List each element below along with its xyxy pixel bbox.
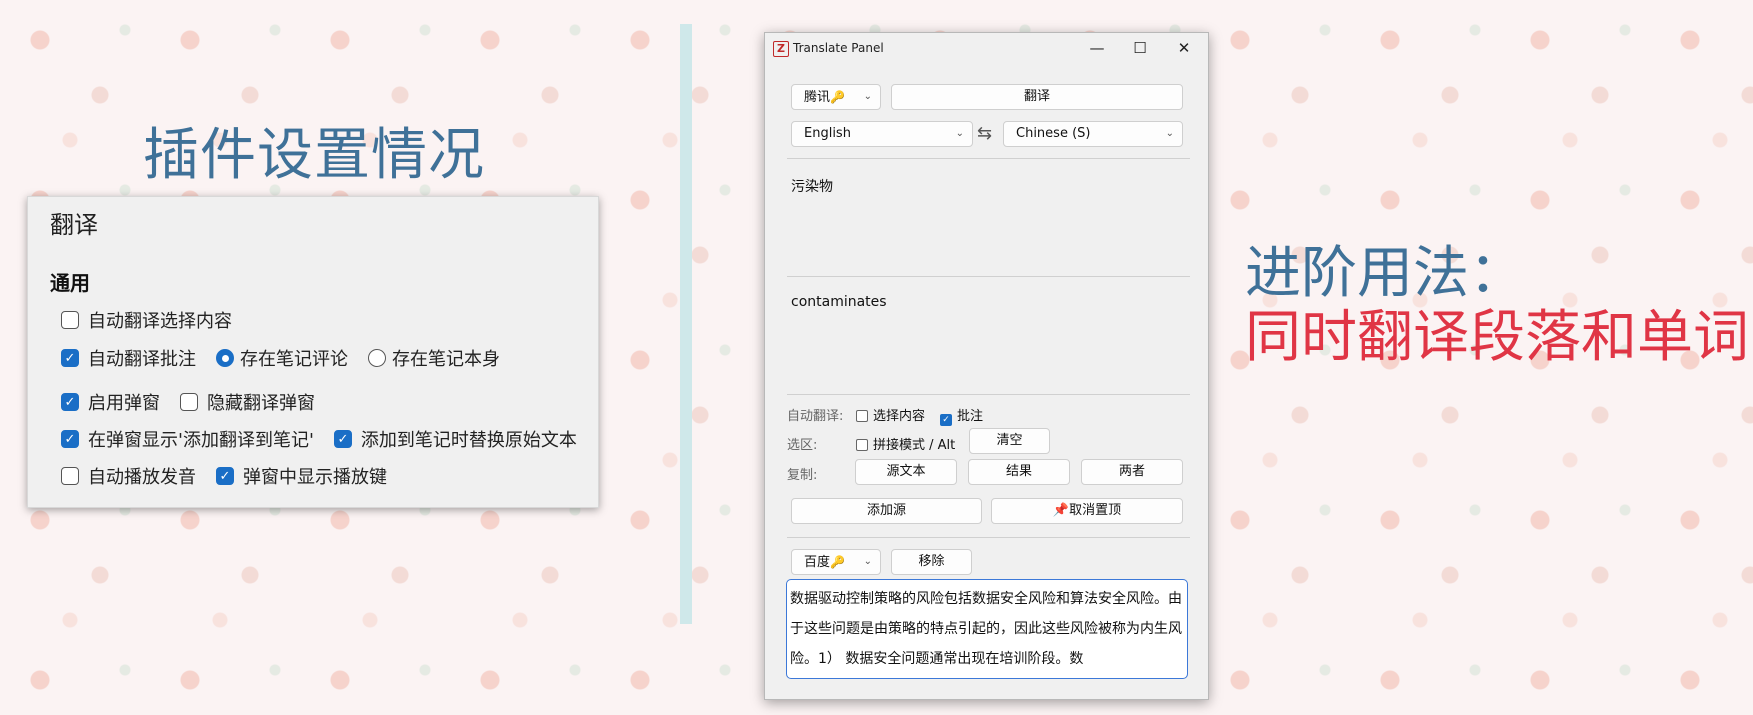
settings-title: 翻译 <box>50 211 98 239</box>
option-row-add-to-note: ✓ 在弹窗显示'添加翻译到笔记' ✓ 添加到笔记时替换原始文本 <box>61 426 577 452</box>
show-play-button-label: 弹窗中显示播放键 <box>243 467 387 488</box>
minimize-icon[interactable]: — <box>1085 38 1109 58</box>
remove-button[interactable]: 移除 <box>891 549 972 575</box>
clear-button[interactable]: 清空 <box>969 428 1050 454</box>
translate-button[interactable]: 翻译 <box>891 84 1183 110</box>
heading-plugin-settings: 插件设置情况 <box>143 123 485 188</box>
copy-label: 复制: <box>787 468 818 483</box>
target-language-value: Chinese (S) <box>1016 126 1091 141</box>
option-row-audio: 自动播放发音 ✓ 弹窗中显示播放键 <box>61 463 387 489</box>
chevron-down-icon: ⌄ <box>1165 128 1174 139</box>
auto-translate-selection-mini-label: 选择内容 <box>873 409 926 424</box>
hide-translate-popup-checkbox[interactable] <box>180 393 198 411</box>
auto-play-audio-checkbox[interactable] <box>61 467 79 485</box>
extra-result-textbox[interactable]: 数据驱动控制策略的风险包括数据安全风险和算法安全风险。由于这些问题是由策略的特点… <box>786 579 1188 679</box>
auto-translate-annotation-label: 自动翻译批注 <box>88 349 196 370</box>
show-add-to-note-checkbox[interactable]: ✓ <box>61 430 79 448</box>
target-language-select[interactable]: Chinese (S) ⌄ <box>1003 121 1183 147</box>
zotero-app-icon: Z <box>773 41 789 57</box>
show-play-button-checkbox[interactable]: ✓ <box>216 467 234 485</box>
auto-translate-annotation-mini-label: 批注 <box>957 409 984 424</box>
auto-translate-selection-mini-checkbox[interactable] <box>856 410 868 422</box>
enable-popup-label: 启用弹窗 <box>88 393 160 414</box>
save-note-comment-label: 存在笔记评论 <box>240 349 348 370</box>
settings-section-general: 通用 <box>50 271 90 295</box>
pin-icon: 📌 <box>1052 503 1070 518</box>
slide-divider <box>680 24 692 624</box>
save-note-comment-radio[interactable] <box>216 349 234 367</box>
close-icon[interactable]: ✕ <box>1172 38 1196 58</box>
engine-select-value: 腾讯 <box>804 90 831 105</box>
source-language-value: English <box>804 126 851 141</box>
key-icon: 🔑 <box>830 555 845 569</box>
swap-language-icon[interactable]: ⇆ <box>977 123 992 144</box>
window-title: Translate Panel <box>793 41 884 55</box>
show-add-to-note-label: 在弹窗显示'添加翻译到笔记' <box>88 430 314 451</box>
concat-mode-option[interactable]: 拼接模式 / Alt <box>856 434 955 453</box>
hide-translate-popup-label: 隐藏翻译弹窗 <box>207 393 315 414</box>
auto-translate-annotation-option[interactable]: ✓ 批注 <box>940 405 983 426</box>
concat-mode-checkbox[interactable] <box>856 439 868 451</box>
save-note-body-radio[interactable] <box>368 349 386 367</box>
option-row-auto-translate-annotation: ✓ 自动翻译批注 存在笔记评论 存在笔记本身 <box>61 345 500 371</box>
auto-translate-selection-checkbox[interactable] <box>61 311 79 329</box>
divider <box>787 537 1190 538</box>
divider <box>787 276 1190 277</box>
auto-translate-annotation-mini-checkbox[interactable]: ✓ <box>940 414 952 426</box>
select-area-label: 选区: <box>787 438 818 453</box>
copy-source-button[interactable]: 源文本 <box>855 459 957 485</box>
add-source-button[interactable]: 添加源 <box>791 498 982 524</box>
extra-engine-select[interactable]: 百度🔑 ⌄ <box>791 549 881 575</box>
concat-mode-label: 拼接模式 / Alt <box>873 438 956 453</box>
save-note-body-label: 存在笔记本身 <box>392 349 500 370</box>
copy-result-button[interactable]: 结果 <box>968 459 1070 485</box>
translate-settings-panel: 翻译 通用 自动翻译选择内容 ✓ 自动翻译批注 存在笔记评论 存在笔记本身 ✓ … <box>27 196 599 508</box>
auto-translate-selection-label: 自动翻译选择内容 <box>88 311 232 332</box>
maximize-icon[interactable]: ☐ <box>1128 38 1152 58</box>
unpin-label: 取消置顶 <box>1069 503 1122 518</box>
auto-translate-label: 自动翻译: <box>787 409 844 424</box>
chevron-down-icon: ⌄ <box>863 91 872 102</box>
engine-select[interactable]: 腾讯🔑 ⌄ <box>791 84 881 110</box>
divider <box>787 394 1190 395</box>
divider <box>787 158 1190 159</box>
unpin-button[interactable]: 📌取消置顶 <box>991 498 1183 524</box>
key-icon: 🔑 <box>830 90 845 104</box>
source-language-select[interactable]: English ⌄ <box>791 121 973 147</box>
extra-engine-value: 百度 <box>804 555 831 570</box>
source-text[interactable]: contaminates <box>791 294 887 310</box>
chevron-down-icon: ⌄ <box>955 128 964 139</box>
auto-translate-selection-option[interactable]: 选择内容 <box>856 405 925 424</box>
translate-panel-window: Z Translate Panel — ☐ ✕ 腾讯🔑 ⌄ 翻译 English… <box>764 32 1209 700</box>
copy-both-button[interactable]: 两者 <box>1081 459 1183 485</box>
auto-play-audio-label: 自动播放发音 <box>88 467 196 488</box>
replace-original-text-checkbox[interactable]: ✓ <box>333 430 352 448</box>
option-row-popup: ✓ 启用弹窗 隐藏翻译弹窗 <box>61 389 315 415</box>
option-row-auto-translate-selection: 自动翻译选择内容 <box>61 307 232 333</box>
auto-translate-annotation-checkbox[interactable]: ✓ <box>61 349 79 367</box>
title-bar: Z Translate Panel — ☐ ✕ <box>765 33 1208 63</box>
enable-popup-checkbox[interactable]: ✓ <box>61 393 79 411</box>
result-text[interactable]: 污染物 <box>791 176 833 196</box>
chevron-down-icon: ⌄ <box>863 556 872 567</box>
heading-translate-paragraph-word: 同时翻译段落和单词 <box>1245 305 1749 370</box>
replace-original-text-label: 添加到笔记时替换原始文本 <box>360 430 577 451</box>
